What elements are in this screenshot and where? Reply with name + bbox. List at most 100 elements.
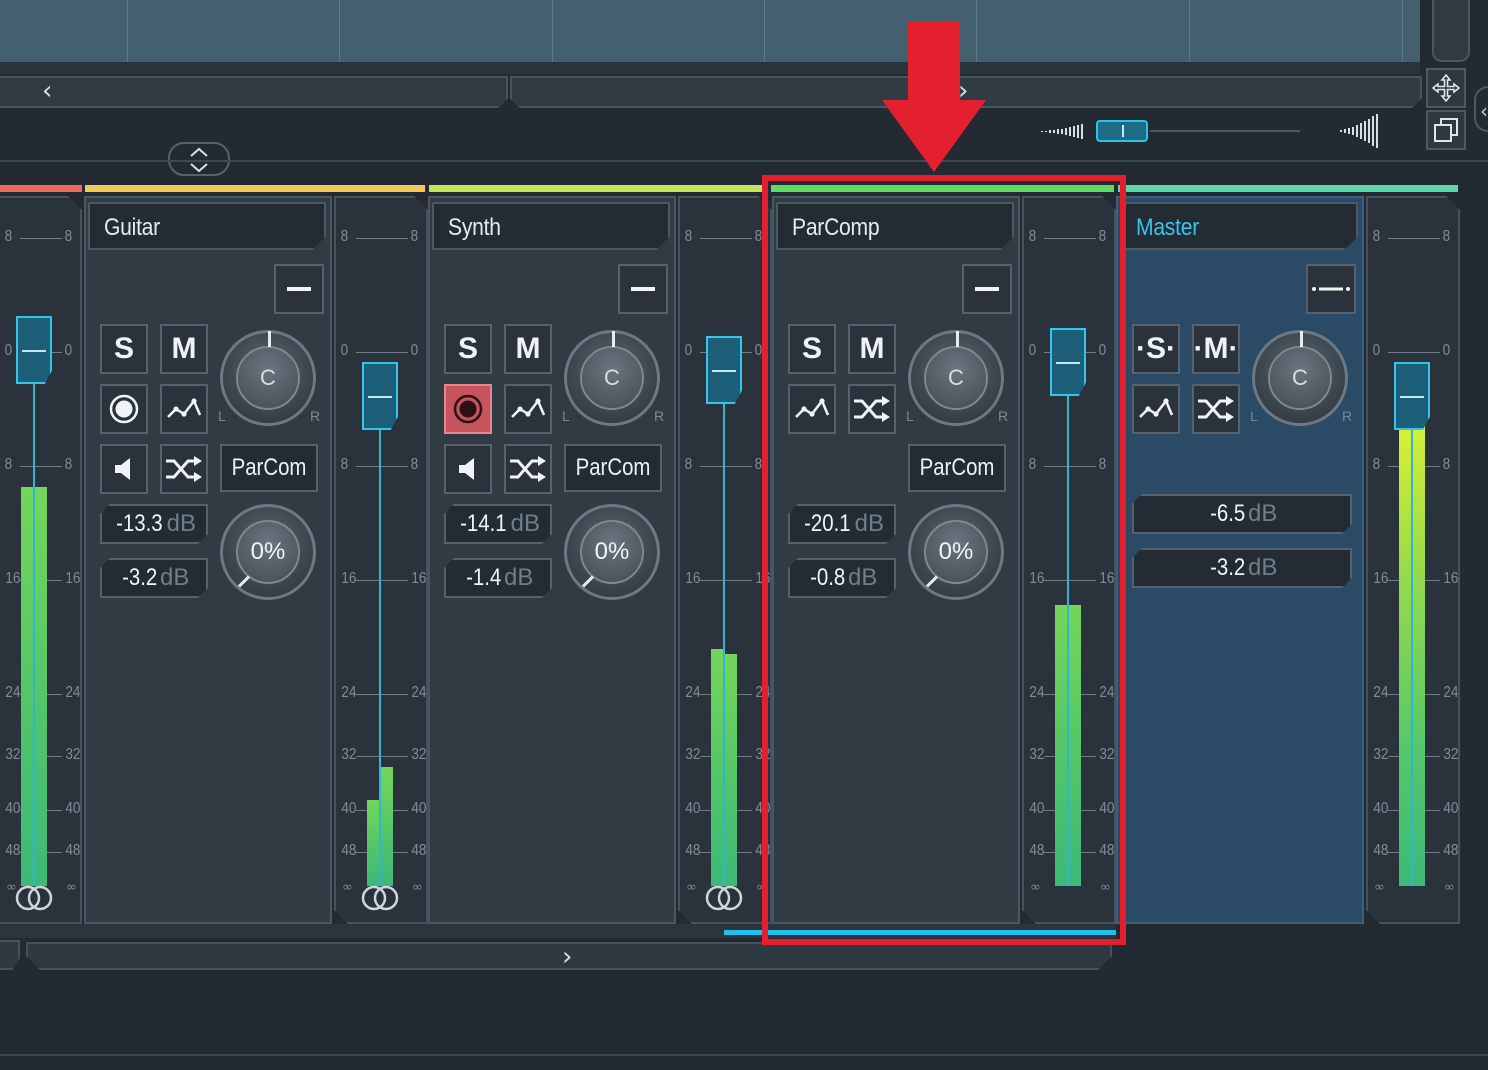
window-icon[interactable] <box>1426 110 1466 150</box>
pan-knob[interactable]: C <box>220 330 316 426</box>
collapse-channel-button[interactable] <box>618 264 668 314</box>
meter-scale-tick <box>356 580 408 581</box>
meter-scale-label: 16 <box>685 570 701 587</box>
automation-button[interactable] <box>1132 384 1180 434</box>
channel-color-strip <box>0 185 82 192</box>
record-arm-button[interactable] <box>444 384 492 434</box>
timeline-scroll-track[interactable] <box>0 62 1420 74</box>
automation-button[interactable] <box>504 384 552 434</box>
channel-name-synth[interactable]: Synth <box>432 202 670 250</box>
scroll-left-arrow[interactable]: ‹ <box>42 78 52 104</box>
meter-scale-label: 0 <box>684 342 693 359</box>
automation-button[interactable] <box>160 384 208 434</box>
meter-scale-label: 0 <box>4 342 13 359</box>
meter-infinity-label: ∞ <box>342 880 353 895</box>
meter-scale-label: 0 <box>1442 342 1451 359</box>
meter-scale-tick <box>1388 352 1440 353</box>
zoom-slider-track[interactable] <box>1150 130 1300 132</box>
panel-collapse-button[interactable]: ‹ <box>1474 86 1488 132</box>
solo-button[interactable]: S <box>444 324 492 374</box>
zoom-slider-thumb[interactable] <box>1096 120 1148 142</box>
volume-readout[interactable]: -13.3 dB <box>100 504 208 544</box>
width-knob[interactable]: 0% <box>220 504 316 600</box>
fader-handle[interactable] <box>362 362 398 430</box>
track-timeline-area <box>0 0 1420 62</box>
meter-infinity-label: ∞ <box>412 880 423 895</box>
meter-scale-label: 24 <box>1443 684 1459 701</box>
routing-button[interactable] <box>1192 384 1240 434</box>
volume-readout[interactable]: -14.1 dB <box>444 504 552 544</box>
stereo-link-icon[interactable] <box>360 884 400 919</box>
pan-left-label: L <box>218 408 226 424</box>
meter-scale-label: 8 <box>684 228 693 245</box>
stereo-link-icon[interactable] <box>704 884 744 919</box>
insert-slot[interactable]: ParCom <box>564 444 662 492</box>
routing-button[interactable] <box>504 444 552 494</box>
mute-button[interactable]: M <box>504 324 552 374</box>
record-arm-button[interactable] <box>100 384 148 434</box>
speaker-icon <box>115 458 130 480</box>
record-icon <box>453 394 483 424</box>
mixer-horizontal-scrollbar[interactable]: › <box>26 942 1112 970</box>
meter-scale-label: 0 <box>340 342 349 359</box>
record-icon <box>109 394 139 424</box>
channel-name-label: Guitar <box>104 214 160 241</box>
meter-scale-label: 8 <box>1442 228 1451 245</box>
pan-knob[interactable]: C <box>1252 330 1348 426</box>
solo-button[interactable]: S <box>100 324 148 374</box>
solo-button[interactable]: ·S· <box>1132 324 1180 374</box>
level-meter-bar <box>1413 417 1425 886</box>
pan-knob[interactable]: C <box>564 330 660 426</box>
move-icon[interactable] <box>1426 68 1466 108</box>
pan-right-label: R <box>1342 408 1353 424</box>
meter-scale-tick <box>20 466 62 467</box>
fader-handle[interactable] <box>16 316 52 384</box>
routing-button[interactable] <box>160 444 208 494</box>
meter-scale-label: 24 <box>685 684 701 701</box>
channel-strip-master: Master ·S· ·M· C L R -6.5 dB -3.2 dB <box>1116 196 1364 924</box>
pan-right-label: R <box>654 408 665 424</box>
collapse-channel-button[interactable] <box>274 264 324 314</box>
send-readout[interactable]: -3.2 dB <box>100 558 208 598</box>
volume-readout[interactable]: -6.5 dB <box>1132 494 1352 534</box>
meter-scale-label: 16 <box>1373 570 1389 587</box>
width-knob[interactable]: 0% <box>564 504 660 600</box>
stereo-link-icon[interactable] <box>14 884 54 919</box>
mute-button[interactable]: M <box>160 324 208 374</box>
pan-left-label: L <box>1250 408 1258 424</box>
meter-scale-label: 16 <box>5 570 21 587</box>
collapse-channel-button[interactable] <box>1306 264 1356 314</box>
fader-handle[interactable] <box>1394 362 1430 430</box>
mute-button[interactable]: ·M· <box>1192 324 1240 374</box>
meter-scale-label: 8 <box>410 456 419 473</box>
send-readout[interactable]: -3.2 dB <box>1132 548 1352 588</box>
scroll-right-arrow[interactable]: › <box>562 944 572 970</box>
meter-scale-label: 16 <box>341 570 357 587</box>
meter-column-synth: 8 8 0 0 8 8 16 16 24 24 32 32 40 40 48 48 ∞ ∞ <box>678 196 772 924</box>
vertical-scrollbar[interactable] <box>1432 0 1470 62</box>
level-meter-bar <box>725 654 737 886</box>
meter-scale-tick <box>700 238 752 239</box>
insert-slot[interactable]: ParCom <box>220 444 318 492</box>
expand-collapse-icon[interactable] <box>168 142 230 176</box>
monitor-button[interactable] <box>444 444 492 494</box>
level-meter-bar <box>711 649 723 886</box>
meter-scale-label: 40 <box>341 800 357 817</box>
mixer-nav-left[interactable]: ‹ <box>0 76 508 108</box>
pan-right-label: R <box>310 408 321 424</box>
channel-name-guitar[interactable]: Guitar <box>88 202 326 250</box>
meter-infinity-label: ∞ <box>1444 880 1455 895</box>
send-readout[interactable]: -1.4 dB <box>444 558 552 598</box>
speaker-icon <box>459 458 474 480</box>
meter-scale-label: 32 <box>1443 746 1459 763</box>
monitor-button[interactable] <box>100 444 148 494</box>
scroll-left-stub[interactable] <box>0 940 20 970</box>
automation-icon <box>511 398 546 418</box>
minus-icon <box>287 287 311 291</box>
fader-handle[interactable] <box>706 336 742 404</box>
meter-scale-tick <box>356 694 408 695</box>
meter-scale-label: 8 <box>340 228 349 245</box>
meter-scale-label: 8 <box>1372 228 1381 245</box>
meter-scale-label: 32 <box>1373 746 1389 763</box>
channel-name-master[interactable]: Master <box>1120 202 1358 250</box>
